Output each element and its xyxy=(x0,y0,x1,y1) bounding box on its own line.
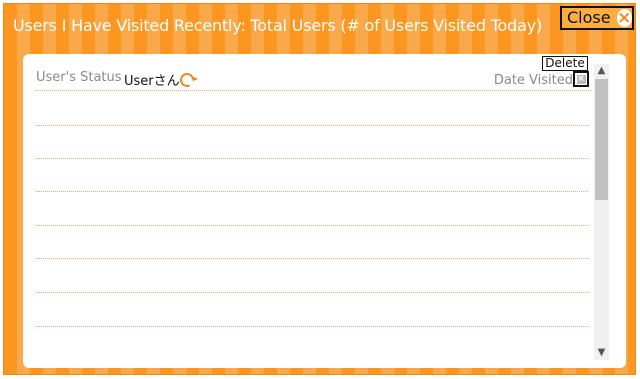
refresh-icon[interactable] xyxy=(178,71,196,89)
list-item xyxy=(36,191,588,192)
list-item xyxy=(36,326,588,327)
visited-users-panel: User's Status Userさん Date Visited Delete… xyxy=(23,54,626,368)
scroll-thumb[interactable] xyxy=(595,79,608,200)
list-item xyxy=(36,125,588,126)
user-name[interactable]: Userさん xyxy=(124,70,180,89)
status-column-header: User's Status xyxy=(36,70,122,85)
list-item xyxy=(36,225,588,226)
close-icon[interactable] xyxy=(616,9,632,27)
date-visited-column-header: Date Visited xyxy=(493,73,573,88)
delete-tooltip: Delete xyxy=(542,56,588,71)
scroll-up-arrow-icon[interactable]: ▲ xyxy=(594,64,609,78)
list-item xyxy=(36,158,588,159)
dialog-title: Users I Have Visited Recently: Total Use… xyxy=(13,16,543,35)
visited-users-dialog: Users I Have Visited Recently: Total Use… xyxy=(3,3,636,375)
scroll-down-arrow-icon[interactable]: ▼ xyxy=(594,346,609,360)
list-header-row: User's Status Userさん Date Visited xyxy=(36,68,591,91)
close-button-label: Close xyxy=(567,8,611,27)
close-button[interactable]: Close xyxy=(560,6,634,30)
vertical-scrollbar[interactable]: ▲ ▼ xyxy=(594,64,609,360)
list-item xyxy=(36,258,588,259)
delete-icon[interactable] xyxy=(573,71,589,87)
list-item xyxy=(36,292,588,293)
